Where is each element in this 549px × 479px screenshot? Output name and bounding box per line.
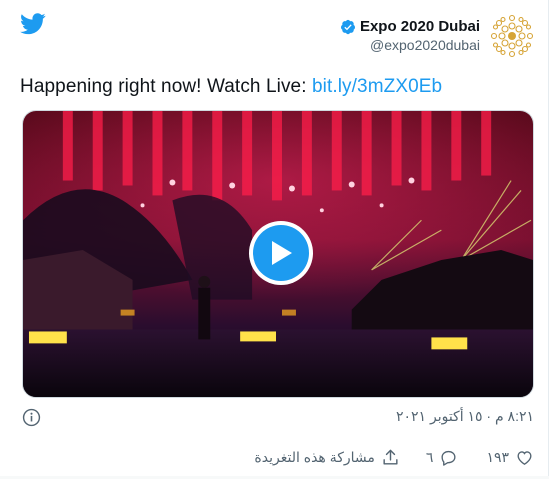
- embedded-tweet-card: Expo 2020 Dubai @expo2020dubai Happening…: [0, 0, 549, 479]
- play-button[interactable]: [249, 221, 313, 285]
- tweet-text: Happening right now! Watch Live: bit.ly/…: [20, 76, 442, 98]
- reply-bubble-icon: [441, 450, 456, 466]
- tweet-link[interactable]: bit.ly/3mZX0Eb: [312, 76, 442, 97]
- expo-2020-logo-avatar[interactable]: [488, 12, 536, 60]
- like-count: ١٩٣: [486, 449, 509, 465]
- like-action[interactable]: ١٩٣: [486, 448, 534, 467]
- tweet-body: Happening right now! Watch Live:: [20, 76, 312, 97]
- author-name[interactable]: Expo 2020 Dubai: [360, 18, 480, 37]
- play-icon: [272, 241, 292, 265]
- tweet-timestamp[interactable]: ٨:٢١ م · ١٥ أكتوبر ٢٠٢١: [396, 408, 534, 425]
- reply-count: ٦: [425, 449, 434, 465]
- share-upload-icon: [383, 449, 398, 465]
- twitter-bird-icon[interactable]: [20, 13, 46, 35]
- author-name-row: Expo 2020 Dubai: [340, 18, 480, 37]
- info-icon[interactable]: [22, 408, 41, 427]
- verified-badge-icon: [340, 20, 355, 35]
- heart-icon: [517, 451, 532, 466]
- play-button-inner: [253, 225, 309, 281]
- author-text: Expo 2020 Dubai @expo2020dubai: [340, 18, 480, 54]
- share-label: مشاركة هذه التغريدة: [254, 449, 375, 465]
- tweet-actions: ١٩٣ ٦ مشاركة هذه التغريدة: [254, 448, 534, 467]
- author-handle[interactable]: @expo2020dubai: [340, 37, 480, 55]
- reply-action[interactable]: ٦: [426, 448, 459, 467]
- tweet-author[interactable]: Expo 2020 Dubai @expo2020dubai: [340, 12, 536, 60]
- video-thumbnail[interactable]: [22, 110, 534, 398]
- share-action[interactable]: مشاركة هذه التغريدة: [254, 448, 399, 467]
